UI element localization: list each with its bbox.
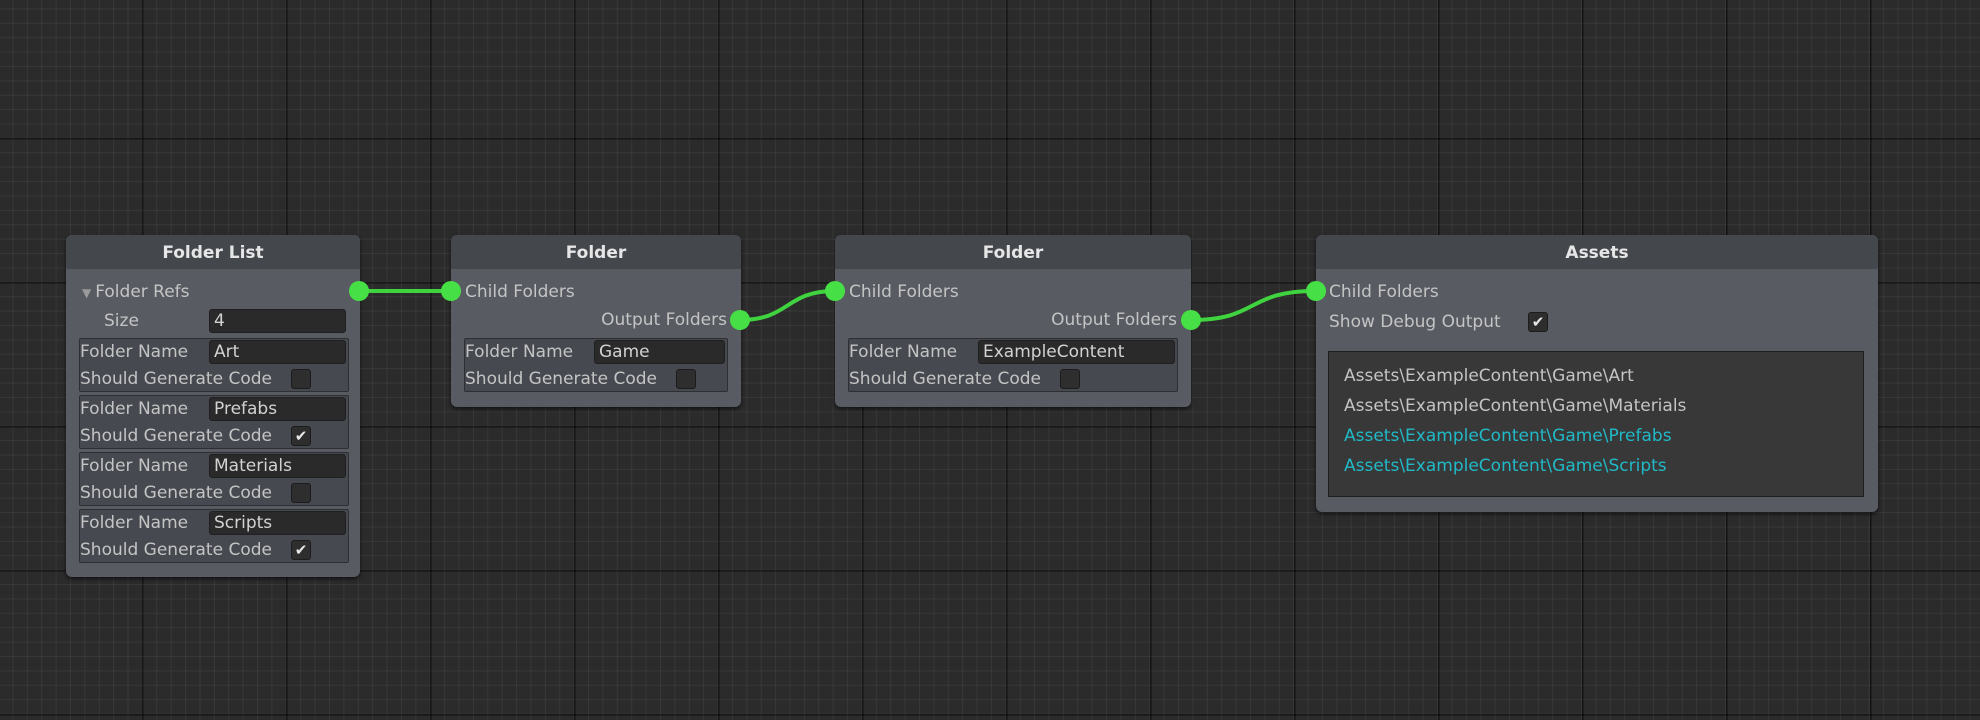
folder-name-input[interactable]: Art <box>209 340 346 364</box>
folder-ref-item: Folder Name Scripts Should Generate Code… <box>79 509 349 563</box>
debug-path-line: Assets\ExampleContent\Game\Prefabs <box>1344 426 1672 446</box>
child-folders-label: Child Folders <box>849 282 959 302</box>
generate-code-label: Should Generate Code <box>80 540 272 560</box>
child-folders-input-port[interactable] <box>1306 281 1326 301</box>
wire-example-to-assets <box>1190 289 1317 322</box>
wire-game-to-example <box>739 289 836 322</box>
foldout-triangle-icon: ▼ <box>82 286 92 300</box>
folder-refs-label: Folder Refs <box>95 282 190 302</box>
folder-settings: Folder Name Game Should Generate Code <box>464 338 728 392</box>
output-folders-label: Output Folders <box>1051 310 1177 330</box>
folder-node-game[interactable]: Folder Child Folders Output Folders Fold… <box>451 235 741 407</box>
child-folders-label: Child Folders <box>465 282 575 302</box>
generate-code-label: Should Generate Code <box>80 369 272 389</box>
debug-output-panel: Assets\ExampleContent\Game\Art Assets\Ex… <box>1328 351 1864 497</box>
size-label: Size <box>104 311 139 331</box>
child-folders-input-port[interactable] <box>441 281 461 301</box>
show-debug-output-label: Show Debug Output <box>1329 312 1501 332</box>
child-folders-label: Child Folders <box>1329 282 1439 302</box>
output-folders-label: Output Folders <box>601 310 727 330</box>
folder-name-label: Folder Name <box>80 342 189 362</box>
output-folders-port[interactable] <box>730 310 750 330</box>
folder-ref-item: Folder Name Materials Should Generate Co… <box>79 452 349 506</box>
size-input[interactable]: 4 <box>209 309 346 333</box>
generate-code-checkbox[interactable] <box>291 369 311 389</box>
folder-name-label: Folder Name <box>80 513 189 533</box>
folder-list-node[interactable]: Folder List ▼ Folder Refs Size 4 Folder N… <box>66 235 360 577</box>
debug-path-line: Assets\ExampleContent\Game\Art <box>1344 366 1634 386</box>
folder-ref-item: Folder Name Prefabs Should Generate Code… <box>79 395 349 449</box>
generate-code-checkbox[interactable]: ✔ <box>291 426 311 446</box>
generate-code-label: Should Generate Code <box>849 369 1041 389</box>
generate-code-label: Should Generate Code <box>80 426 272 446</box>
output-folders-port[interactable] <box>1181 310 1201 330</box>
folder-name-input[interactable]: Game <box>594 340 725 364</box>
folder-refs-output-port[interactable] <box>349 281 369 301</box>
folder-name-input[interactable]: ExampleContent <box>978 340 1175 364</box>
node-title: Folder <box>451 235 741 269</box>
folder-name-input[interactable]: Materials <box>209 454 346 478</box>
folder-settings: Folder Name ExampleContent Should Genera… <box>848 338 1178 392</box>
folder-name-input[interactable]: Scripts <box>209 511 346 535</box>
generate-code-checkbox[interactable] <box>676 369 696 389</box>
folder-refs-foldout[interactable]: ▼ Folder Refs <box>82 281 190 304</box>
node-title: Folder List <box>66 235 360 269</box>
folder-name-input[interactable]: Prefabs <box>209 397 346 421</box>
folder-name-label: Folder Name <box>849 342 958 362</box>
folder-name-label: Folder Name <box>80 399 189 419</box>
debug-path-line: Assets\ExampleContent\Game\Materials <box>1344 396 1687 416</box>
generate-code-checkbox[interactable] <box>1060 369 1080 389</box>
folder-name-label: Folder Name <box>80 456 189 476</box>
debug-path-line: Assets\ExampleContent\Game\Scripts <box>1344 456 1667 476</box>
folder-name-label: Folder Name <box>465 342 574 362</box>
assets-node[interactable]: Assets Child Folders Show Debug Output ✔… <box>1316 235 1878 512</box>
generate-code-checkbox[interactable]: ✔ <box>291 540 311 560</box>
generate-code-label: Should Generate Code <box>465 369 657 389</box>
generate-code-checkbox[interactable] <box>291 483 311 503</box>
folder-node-examplecontent[interactable]: Folder Child Folders Output Folders Fold… <box>835 235 1191 407</box>
child-folders-input-port[interactable] <box>825 281 845 301</box>
show-debug-output-checkbox[interactable]: ✔ <box>1528 312 1548 332</box>
node-title: Assets <box>1316 235 1878 269</box>
folder-ref-item: Folder Name Art Should Generate Code <box>79 338 349 392</box>
node-title: Folder <box>835 235 1191 269</box>
generate-code-label: Should Generate Code <box>80 483 272 503</box>
